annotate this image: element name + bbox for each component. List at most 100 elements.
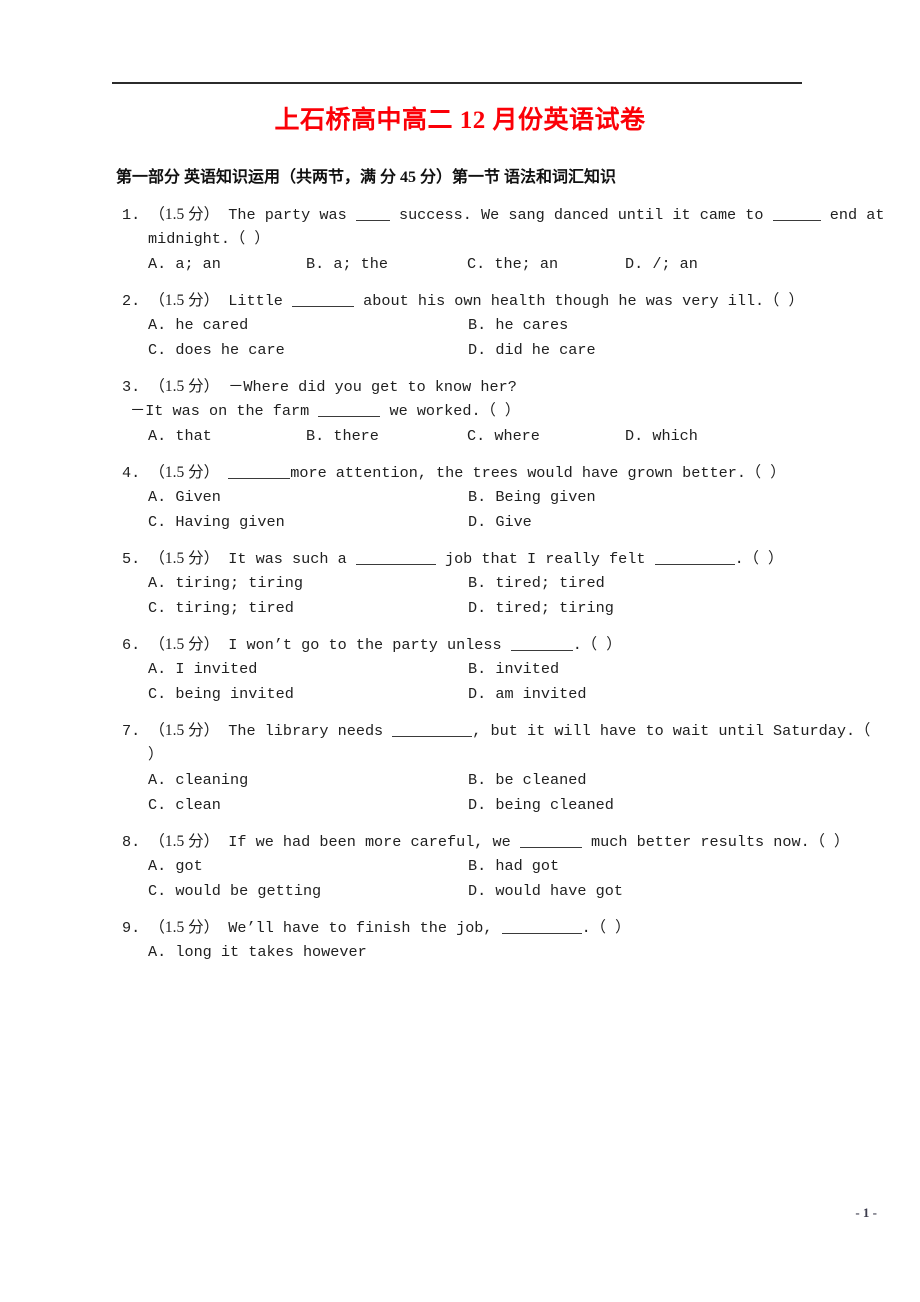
option-row: A. got B. had got	[0, 854, 920, 879]
question-spacer	[0, 449, 920, 460]
question-spacer	[0, 277, 920, 288]
question-number: 2.	[122, 292, 150, 310]
question-text: The party was success. We sang danced un…	[228, 206, 885, 224]
answer-option[interactable]: A. cleaning	[148, 768, 248, 793]
answer-option[interactable]: A. he cared	[148, 313, 248, 338]
answer-option[interactable]: D. did he care	[468, 338, 596, 363]
option-row: C. Having given D. Give	[0, 510, 920, 535]
answer-option[interactable]: C. being invited	[148, 682, 294, 707]
question-text: The library needs , but it will have to …	[228, 722, 871, 740]
question-text: I won’t go to the party unless .（ ）	[228, 636, 622, 654]
section-heading: 第一部分 英语知识运用（共两节，满 分 45 分）第一节 语法和词汇知识	[116, 169, 617, 186]
question-stem: 4. （1.5 分） more attention, the trees wou…	[0, 460, 920, 485]
question-block: 9. （1.5 分） We’ll have to finish the job,…	[0, 915, 920, 965]
question-marks: （1.5 分）	[149, 919, 220, 936]
question-stem: 8. （1.5 分） If we had been more careful, …	[0, 829, 920, 854]
answer-option[interactable]: C. the; an	[467, 252, 558, 277]
question-text: midnight.（ ）	[148, 230, 270, 248]
answer-option[interactable]: A. long it takes however	[148, 940, 367, 965]
answer-option[interactable]: A. tiring; tiring	[148, 571, 303, 596]
question-block: 8. （1.5 分） If we had been more careful, …	[0, 829, 920, 904]
question-number: 8.	[122, 833, 150, 851]
question-stem: 7. （1.5 分） The library needs , but it wi…	[0, 718, 920, 743]
answer-option[interactable]: B. invited	[468, 657, 559, 682]
page-title: 上石桥高中高二 12 月份英语试卷	[274, 107, 646, 134]
option-row: A. I invited B. invited	[0, 657, 920, 682]
question-spacer	[0, 363, 920, 374]
answer-option[interactable]: A. got	[148, 854, 203, 879]
question-block: 6. （1.5 分） I won’t go to the party unles…	[0, 632, 920, 707]
answer-blank	[772, 206, 821, 221]
answer-option[interactable]: A. a; an	[148, 252, 221, 277]
option-row: A. that B. there C. where D. which	[0, 424, 920, 449]
question-number: 5.	[122, 550, 150, 568]
question-spacer	[0, 818, 920, 829]
question-text: ）	[148, 746, 164, 764]
question-text: It was such a job that I really felt .（ …	[228, 550, 784, 568]
option-row: C. would be getting D. would have got	[0, 879, 920, 904]
answer-option[interactable]: B. tired; tired	[468, 571, 605, 596]
question-text: －It was on the farm we worked.（ ）	[130, 402, 521, 420]
question-stem-continuation: ）	[0, 743, 920, 768]
answer-option[interactable]: D. am invited	[468, 682, 586, 707]
question-stem: 5. （1.5 分） It was such a job that I real…	[0, 546, 920, 571]
question-marks: （1.5 分）	[149, 722, 220, 739]
option-row: C. tiring; tired D. tired; tiring	[0, 596, 920, 621]
answer-option[interactable]: B. Being given	[468, 485, 596, 510]
question-marks: （1.5 分）	[149, 292, 220, 309]
answer-blank	[228, 464, 291, 479]
question-stem: 2. （1.5 分） Little about his own health t…	[0, 288, 920, 313]
question-block: 2. （1.5 分） Little about his own health t…	[0, 288, 920, 363]
answer-option[interactable]: B. be cleaned	[468, 768, 586, 793]
question-number: 9.	[122, 919, 150, 937]
answer-option[interactable]: D. which	[625, 424, 698, 449]
answer-blank	[654, 550, 735, 565]
question-number: 1.	[122, 206, 150, 224]
question-block: 5. （1.5 分） It was such a job that I real…	[0, 546, 920, 621]
answer-option[interactable]: C. clean	[148, 793, 221, 818]
answer-option[interactable]: A. Given	[148, 485, 221, 510]
answer-option[interactable]: C. tiring; tired	[148, 596, 294, 621]
answer-blank	[501, 919, 582, 934]
answer-option[interactable]: C. would be getting	[148, 879, 321, 904]
option-row: A. long it takes however	[0, 940, 920, 965]
answer-option[interactable]: A. I invited	[148, 657, 257, 682]
question-text: Little about his own health though he wa…	[228, 292, 804, 310]
question-text: more attention, the trees would have gro…	[228, 464, 785, 482]
answer-option[interactable]: B. he cares	[468, 313, 568, 338]
question-block: 4. （1.5 分） more attention, the trees wou…	[0, 460, 920, 535]
question-block: 7. （1.5 分） The library needs , but it wi…	[0, 718, 920, 818]
question-text: We’ll have to finish the job, .（ ）	[228, 919, 631, 937]
question-spacer	[0, 535, 920, 546]
option-row: A. cleaning B. be cleaned	[0, 768, 920, 793]
question-stem-continuation: －It was on the farm we worked.（ ）	[0, 399, 920, 424]
answer-option[interactable]: C. where	[467, 424, 540, 449]
answer-option[interactable]: C. does he care	[148, 338, 285, 363]
question-block: 3. （1.5 分） －Where did you get to know he…	[0, 374, 920, 449]
question-stem: 1. （1.5 分） The party was success. We san…	[0, 202, 920, 227]
question-stem: 6. （1.5 分） I won’t go to the party unles…	[0, 632, 920, 657]
option-row: C. being invited D. am invited	[0, 682, 920, 707]
question-text: If we had been more careful, we much bet…	[228, 833, 850, 851]
answer-option[interactable]: D. tired; tiring	[468, 596, 614, 621]
exam-paper-page: 上石桥高中高二 12 月份英语试卷 第一部分 英语知识运用（共两节，满 分 45…	[0, 0, 920, 1302]
answer-option[interactable]: B. there	[306, 424, 379, 449]
answer-option[interactable]: B. a; the	[306, 252, 388, 277]
question-spacer	[0, 707, 920, 718]
answer-option[interactable]: D. being cleaned	[468, 793, 614, 818]
answer-option[interactable]: A. that	[148, 424, 212, 449]
answer-option[interactable]: D. /; an	[625, 252, 698, 277]
question-marks: （1.5 分）	[149, 833, 220, 850]
question-number: 4.	[122, 464, 150, 482]
option-row: A. a; an B. a; the C. the; an D. /; an	[0, 252, 920, 277]
answer-blank	[318, 402, 381, 417]
answer-blank	[519, 833, 582, 848]
question-list: 1. （1.5 分） The party was success. We san…	[0, 202, 920, 965]
answer-option[interactable]: C. Having given	[148, 510, 285, 535]
question-marks: （1.5 分）	[149, 636, 220, 653]
answer-option[interactable]: B. had got	[468, 854, 559, 879]
answer-option[interactable]: D. would have got	[468, 879, 623, 904]
option-row: A. he cared B. he cares	[0, 313, 920, 338]
answer-option[interactable]: D. Give	[468, 510, 532, 535]
option-row: C. does he care D. did he care	[0, 338, 920, 363]
